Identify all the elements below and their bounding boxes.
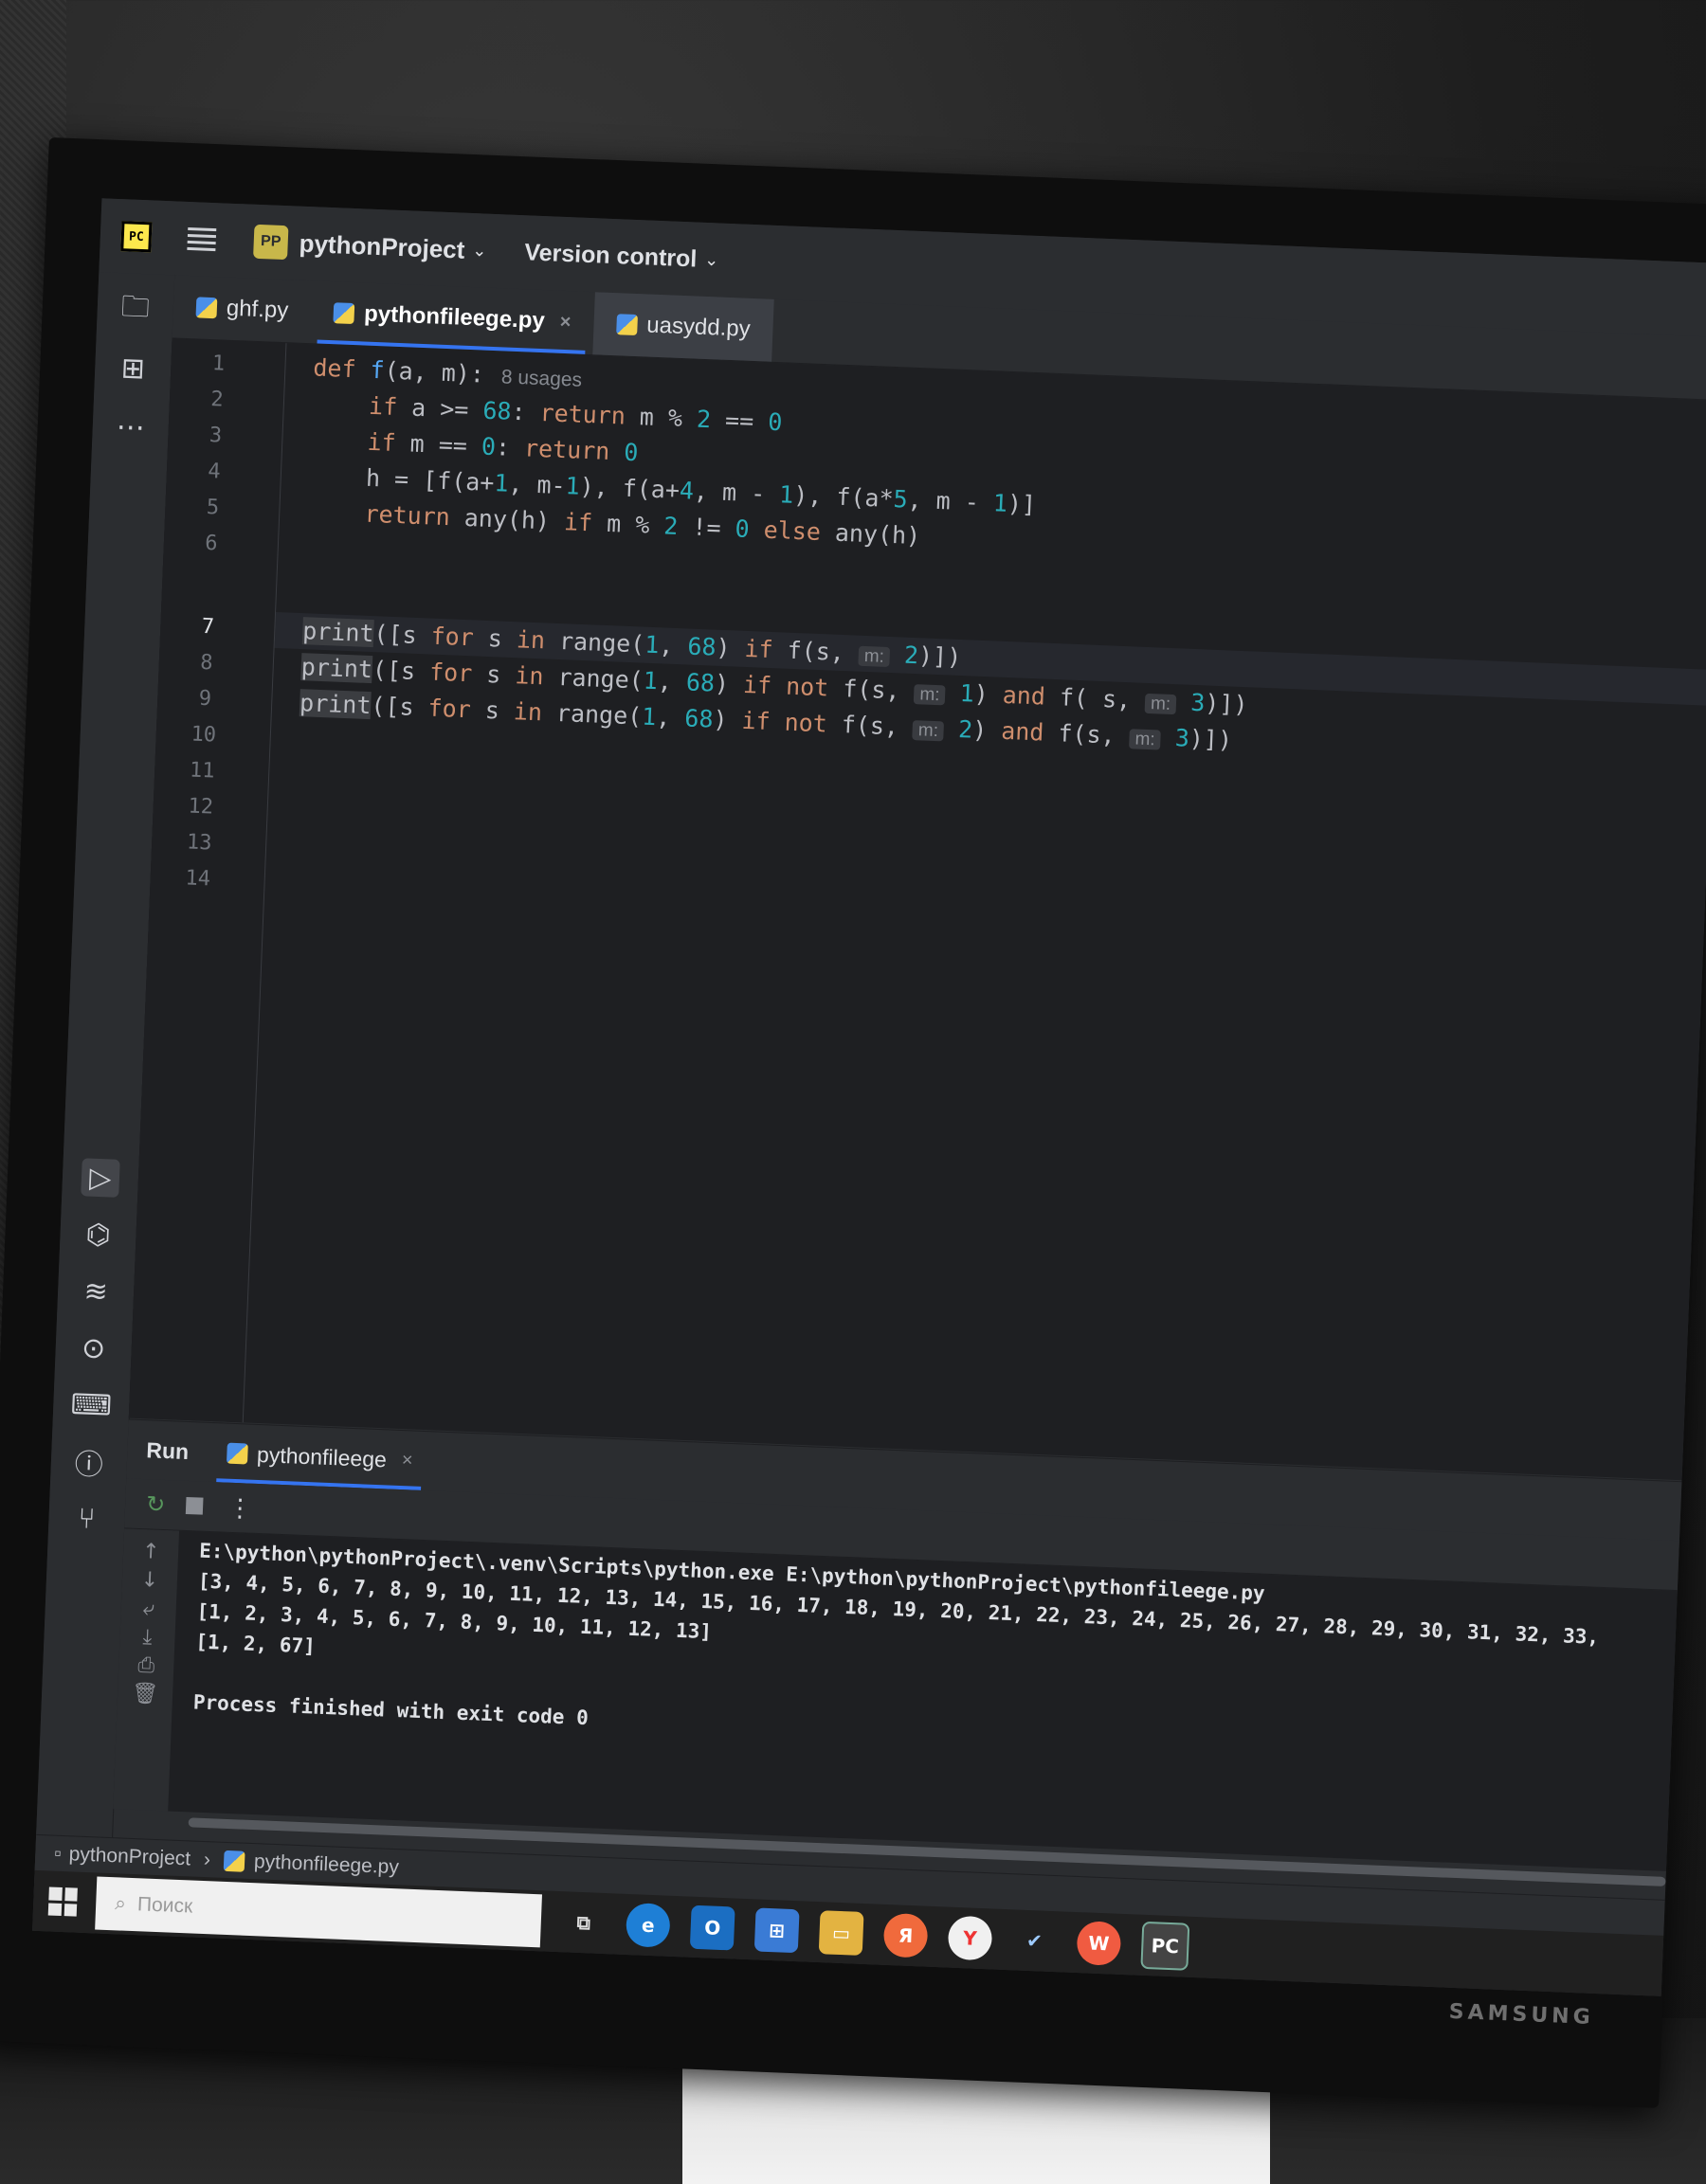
console-line: [1, 2, 67]	[194, 1630, 317, 1658]
close-icon[interactable]: ×	[559, 311, 572, 333]
line-number: 11	[189, 758, 216, 784]
param-hint: m:	[1129, 729, 1162, 750]
trash-icon[interactable]: 🗑	[129, 1677, 162, 1710]
pycharm-taskbar-icon[interactable]: PC	[1140, 1921, 1190, 1971]
run-icon[interactable]: ▷	[81, 1158, 120, 1198]
param-hint: m:	[858, 645, 891, 668]
console-line: Process finished with exit code 0	[192, 1690, 590, 1730]
chevron-down-icon[interactable]: ⌄	[472, 241, 487, 262]
more-tools-icon[interactable]: ⋯	[111, 407, 151, 447]
tab-pythonfileege[interactable]: pythonfileege.py ×	[310, 280, 595, 354]
project-badge-icon[interactable]: PP	[253, 224, 289, 261]
line-number: 4	[207, 460, 222, 484]
tab-uasydd[interactable]: uasydd.py	[592, 292, 774, 362]
line-number: 3	[209, 424, 223, 448]
close-icon[interactable]: ×	[401, 1450, 413, 1471]
line-number: 12	[188, 794, 214, 820]
search-placeholder: Поиск	[136, 1893, 193, 1918]
layers-icon[interactable]: ≋	[76, 1272, 116, 1311]
outlook-icon[interactable]: O	[689, 1904, 735, 1951]
python-file-icon	[226, 1442, 248, 1465]
ide-window: PC PP pythonProject ⌄ Version control ⌄ …	[32, 198, 1706, 1996]
structure-icon[interactable]: ⊞	[114, 349, 154, 388]
square-icon: ▫	[53, 1842, 63, 1865]
line-number: 14	[184, 866, 211, 892]
yandex-browser-icon[interactable]: Я	[882, 1912, 929, 1958]
line-number: 6	[204, 531, 219, 556]
breadcrumb-file[interactable]: pythonfileege.py	[254, 1850, 400, 1879]
version-control-menu[interactable]: Version control	[524, 239, 698, 273]
python-file-icon	[333, 302, 355, 325]
param-hint: m:	[1144, 693, 1177, 715]
usages-hint[interactable]: 8 usages	[500, 366, 582, 390]
file-explorer-icon[interactable]: ▭	[818, 1910, 864, 1956]
stop-icon[interactable]	[185, 1496, 204, 1515]
line-number: 10	[191, 722, 217, 748]
run-tab-pythonfileege[interactable]: pythonfileege ×	[226, 1424, 414, 1490]
search-icon: ⌕	[114, 1892, 127, 1915]
run-tab-label: pythonfileege	[256, 1441, 388, 1471]
console-output[interactable]: E:\python\pythonProject\.venv\Scripts\py…	[168, 1530, 1678, 1871]
chevron-down-icon[interactable]: ⌄	[704, 249, 719, 270]
line-number: 13	[186, 830, 212, 856]
pycharm-logo-icon[interactable]: PC	[120, 221, 153, 253]
line-number: 7	[201, 614, 215, 640]
tab-label: pythonfileege.py	[363, 300, 546, 334]
more-icon[interactable]: ⋮	[227, 1492, 253, 1523]
problems-icon[interactable]: ⓘ	[69, 1442, 109, 1482]
line-number: 1	[211, 352, 226, 376]
line-number: 5	[206, 495, 220, 520]
tab-label: uasydd.py	[645, 312, 752, 342]
edge-icon[interactable]: e	[625, 1902, 671, 1948]
taskbar-search-input[interactable]: ⌕ Поиск	[95, 1876, 542, 1948]
windows-start-icon[interactable]	[47, 1886, 78, 1917]
python-file-icon	[615, 314, 638, 336]
steam-icon[interactable]: ✔	[1012, 1918, 1058, 1963]
line-number: 9	[198, 686, 212, 712]
monitor: PC PP pythonProject ⌄ Version control ⌄ …	[0, 137, 1706, 2108]
python-file-icon	[195, 297, 218, 319]
tab-label: ghf.py	[226, 295, 289, 324]
line-number: 8	[199, 650, 213, 676]
folder-icon[interactable]: 🗀	[116, 290, 155, 330]
line-number: 2	[209, 388, 225, 412]
wps-office-icon[interactable]: W	[1076, 1921, 1122, 1966]
store-icon[interactable]: ⊞	[753, 1907, 800, 1954]
task-view-icon[interactable]: ⧉	[561, 1900, 607, 1945]
main-menu-icon[interactable]	[187, 226, 217, 252]
run-title: Run	[145, 1436, 190, 1464]
code-line-3: if m == 0: return 0	[367, 427, 639, 467]
param-hint: m:	[912, 720, 945, 742]
python-file-icon	[223, 1850, 245, 1872]
project-selector[interactable]: pythonProject	[299, 228, 465, 264]
tab-ghf[interactable]: ghf.py	[172, 275, 313, 343]
chevron-right-icon: ›	[203, 1849, 211, 1871]
rerun-icon[interactable]: ↻	[146, 1490, 166, 1518]
python-console-icon[interactable]: ⌬	[79, 1215, 118, 1254]
code-line-1: def f(a, m): 8 usages	[312, 353, 583, 391]
git-icon[interactable]: ⑂	[67, 1499, 107, 1539]
code-editor[interactable]: 1 2 3 4 5 6 7 8 9 10 11 12 13 14 def f(a…	[128, 338, 1706, 1481]
yandex-icon[interactable]: Y	[947, 1915, 993, 1961]
breadcrumb-project[interactable]: pythonProject	[68, 1843, 191, 1870]
services-icon[interactable]: ⊙	[74, 1328, 114, 1368]
monitor-brand: SAMSUNG	[1448, 1999, 1595, 2030]
terminal-icon[interactable]: ⌨	[70, 1385, 113, 1425]
param-hint: m:	[914, 684, 946, 706]
